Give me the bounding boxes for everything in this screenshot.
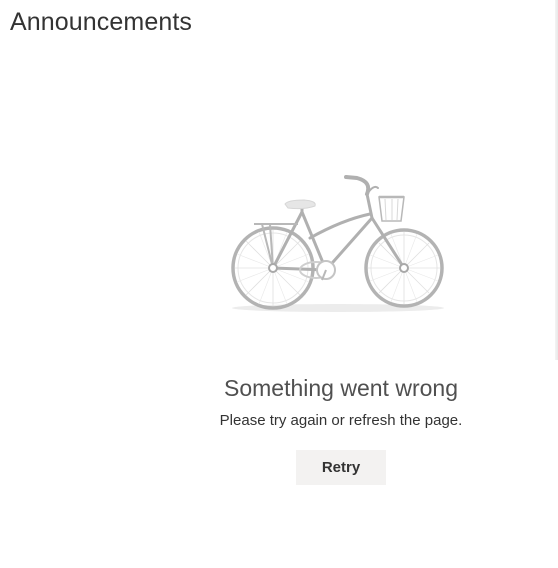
- bicycle-seat: [284, 199, 316, 210]
- front-basket: [378, 195, 405, 222]
- error-message: Please try again or refresh the page.: [219, 412, 463, 429]
- error-heading: Something went wrong: [224, 375, 458, 401]
- retry-button[interactable]: Retry: [296, 450, 386, 485]
- announcements-page: Announcements Something went wrong Pleas…: [0, 0, 558, 568]
- page-title: Announcements: [10, 8, 192, 36]
- bicycle-illustration: [231, 175, 444, 312]
